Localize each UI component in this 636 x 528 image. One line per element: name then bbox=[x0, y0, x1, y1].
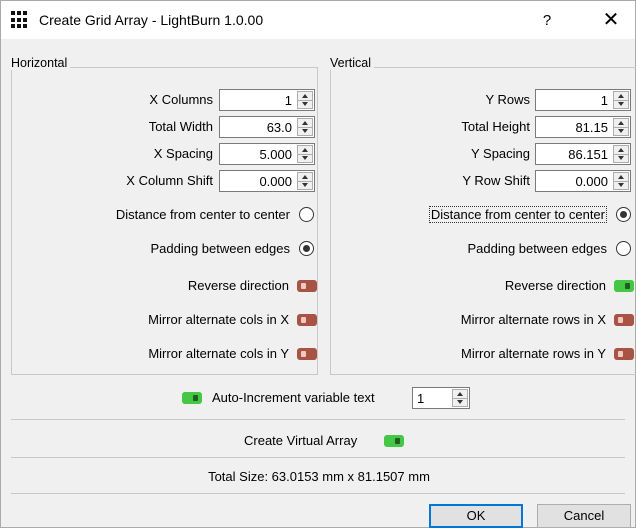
y-spacing-value: 86.151 bbox=[568, 147, 608, 162]
y-rows-value: 1 bbox=[600, 93, 608, 108]
ok-button[interactable]: OK bbox=[429, 504, 523, 528]
x-spacing-label: X Spacing bbox=[153, 146, 213, 161]
y-row-shift-value: 0.000 bbox=[575, 174, 608, 189]
v-center-to-center-label: Distance from center to center bbox=[428, 206, 607, 223]
total-height-spinbox[interactable]: 81.15 bbox=[535, 116, 631, 138]
spin-arrows-icon[interactable] bbox=[297, 91, 313, 109]
spin-arrows-icon[interactable] bbox=[613, 145, 629, 163]
x-columns-spinbox[interactable]: 1 bbox=[219, 89, 315, 111]
total-size-text: Total Size: 63.0153 mm x 81.1507 mm bbox=[208, 469, 430, 484]
h-reverse-toggle[interactable] bbox=[297, 280, 317, 292]
auto-increment-label: Auto-Increment variable text bbox=[212, 390, 375, 405]
auto-increment-spinbox[interactable]: 1 bbox=[412, 387, 470, 409]
separator bbox=[11, 493, 625, 494]
mirror-cols-y-label: Mirror alternate cols in Y bbox=[148, 346, 289, 361]
v-padding-label: Padding between edges bbox=[467, 241, 607, 256]
h-reverse-label: Reverse direction bbox=[187, 278, 289, 293]
separator bbox=[11, 457, 625, 458]
spin-arrows-icon[interactable] bbox=[613, 91, 629, 109]
x-columns-label: X Columns bbox=[149, 92, 213, 107]
x-spacing-spinbox[interactable]: 5.000 bbox=[219, 143, 315, 165]
mirror-cols-y-toggle[interactable] bbox=[297, 348, 317, 360]
mirror-rows-y-toggle[interactable] bbox=[614, 348, 634, 360]
total-height-label: Total Height bbox=[461, 119, 530, 134]
h-padding-label: Padding between edges bbox=[150, 241, 290, 256]
mirror-cols-x-label: Mirror alternate cols in X bbox=[148, 312, 289, 327]
y-spacing-label: Y Spacing bbox=[470, 146, 530, 161]
v-padding-radio[interactable] bbox=[616, 241, 631, 256]
virtual-array-label: Create Virtual Array bbox=[244, 433, 358, 448]
close-button[interactable]: ✕ bbox=[597, 7, 625, 33]
cancel-button[interactable]: Cancel bbox=[537, 504, 631, 528]
grid-array-dialog: Create Grid Array - LightBurn 1.0.00 ? ✕… bbox=[0, 0, 636, 528]
horizontal-group-title: Horizontal bbox=[11, 56, 71, 70]
spin-arrows-icon[interactable] bbox=[613, 118, 629, 136]
h-center-to-center-label: Distance from center to center bbox=[115, 207, 290, 222]
auto-increment-toggle[interactable] bbox=[182, 392, 202, 404]
spin-arrows-icon[interactable] bbox=[297, 172, 313, 190]
total-width-spinbox[interactable]: 63.0 bbox=[219, 116, 315, 138]
spin-arrows-icon[interactable] bbox=[613, 172, 629, 190]
total-height-value: 81.15 bbox=[575, 120, 608, 135]
spin-arrows-icon[interactable] bbox=[297, 145, 313, 163]
y-rows-spinbox[interactable]: 1 bbox=[535, 89, 631, 111]
separator bbox=[11, 419, 625, 420]
mirror-rows-x-toggle[interactable] bbox=[614, 314, 634, 326]
help-button[interactable]: ? bbox=[535, 9, 559, 33]
mirror-rows-y-label: Mirror alternate rows in Y bbox=[461, 346, 606, 361]
spin-arrows-icon[interactable] bbox=[297, 118, 313, 136]
total-width-label: Total Width bbox=[148, 119, 213, 134]
y-rows-label: Y Rows bbox=[485, 92, 530, 107]
x-column-shift-value: 0.000 bbox=[259, 174, 292, 189]
vertical-group-title: Vertical bbox=[330, 56, 374, 70]
v-reverse-label: Reverse direction bbox=[504, 278, 606, 293]
spin-arrows-icon[interactable] bbox=[452, 389, 468, 407]
x-column-shift-label: X Column Shift bbox=[126, 173, 213, 188]
grid-icon bbox=[11, 11, 29, 29]
mirror-rows-x-label: Mirror alternate rows in X bbox=[460, 312, 606, 327]
y-spacing-spinbox[interactable]: 86.151 bbox=[535, 143, 631, 165]
h-center-to-center-radio[interactable] bbox=[299, 207, 314, 222]
y-row-shift-label: Y Row Shift bbox=[462, 173, 530, 188]
v-reverse-toggle[interactable] bbox=[614, 280, 634, 292]
window-title: Create Grid Array - LightBurn 1.0.00 bbox=[39, 12, 264, 28]
virtual-array-toggle[interactable] bbox=[384, 435, 404, 447]
y-row-shift-spinbox[interactable]: 0.000 bbox=[535, 170, 631, 192]
v-center-to-center-radio[interactable] bbox=[616, 207, 631, 222]
x-columns-value: 1 bbox=[284, 93, 292, 108]
x-spacing-value: 5.000 bbox=[259, 147, 292, 162]
mirror-cols-x-toggle[interactable] bbox=[297, 314, 317, 326]
auto-increment-value: 1 bbox=[417, 391, 425, 406]
h-padding-radio[interactable] bbox=[299, 241, 314, 256]
x-column-shift-spinbox[interactable]: 0.000 bbox=[219, 170, 315, 192]
total-width-value: 63.0 bbox=[266, 120, 292, 135]
title-bar: Create Grid Array - LightBurn 1.0.00 ? ✕ bbox=[1, 1, 635, 39]
